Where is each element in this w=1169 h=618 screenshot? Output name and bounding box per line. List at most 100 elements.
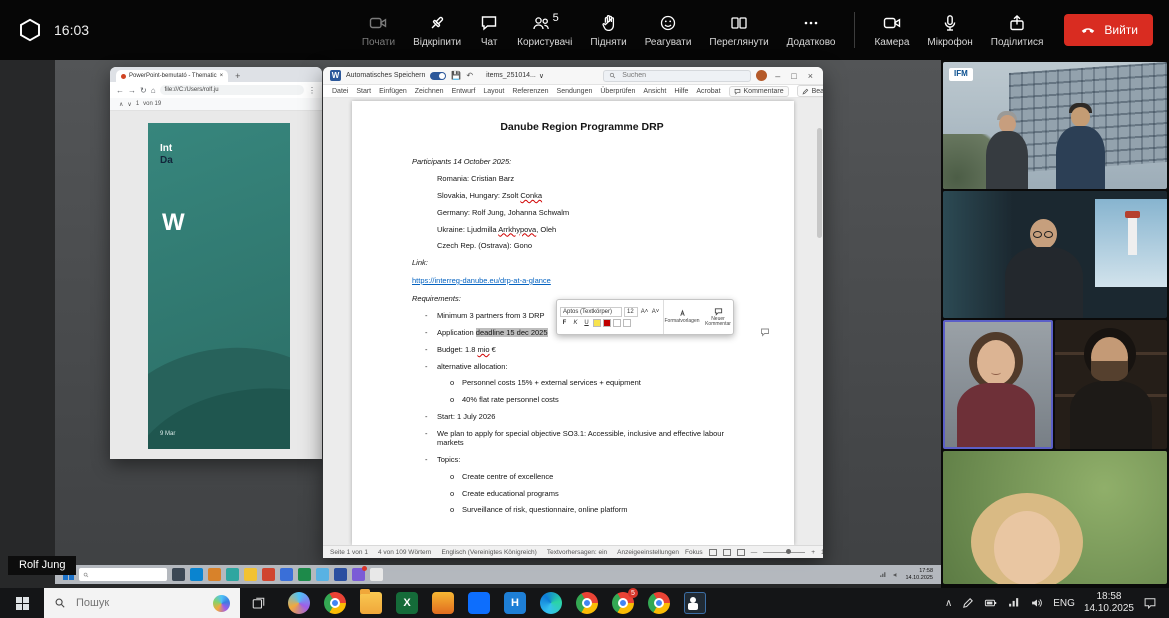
language-indicator[interactable]: ENG — [1053, 598, 1075, 609]
desktop-search-box[interactable] — [79, 568, 167, 581]
home-icon[interactable]: ⌂ — [151, 86, 156, 95]
menu-entwurf[interactable]: Entwurf — [452, 88, 476, 95]
volume-icon[interactable] — [892, 571, 900, 579]
font-color-button[interactable] — [603, 319, 611, 327]
folder-icon[interactable] — [244, 568, 257, 581]
account-avatar[interactable] — [756, 70, 767, 81]
underline-button[interactable]: U — [582, 319, 591, 328]
game-app-icon[interactable] — [432, 592, 454, 614]
print-layout-icon[interactable] — [723, 549, 731, 556]
calculator-icon[interactable] — [468, 592, 490, 614]
zoom-in-button[interactable]: + — [811, 549, 815, 556]
menu-ansicht[interactable]: Ansicht — [643, 88, 666, 95]
tray-expand-icon[interactable]: ∧ — [945, 598, 952, 609]
teams-app-icon[interactable] — [352, 568, 365, 581]
zoom-slider[interactable] — [763, 552, 805, 553]
chrome-icon[interactable] — [324, 592, 346, 614]
word-search-box[interactable] — [603, 70, 751, 82]
restore-button[interactable]: □ — [788, 71, 799, 81]
document-name[interactable]: items_251014... ∨ — [486, 72, 544, 80]
editing-mode-button[interactable]: Bearbeitung ∨ — [797, 85, 823, 97]
zoom-level[interactable]: 120% — [821, 549, 823, 556]
chrome-icon-4[interactable] — [648, 592, 670, 614]
new-comment-button[interactable]: Neuer Kommentar — [700, 300, 736, 334]
address-bar[interactable]: file:///C:/Users/rolf.ju — [160, 85, 304, 95]
app-icon[interactable] — [370, 568, 383, 581]
taskbar-search-input[interactable] — [74, 596, 184, 610]
menu-start[interactable]: Start — [356, 88, 371, 95]
video-tile-4[interactable] — [1055, 320, 1167, 449]
file-explorer-icon[interactable] — [360, 592, 382, 614]
unpin-button[interactable]: Відкріпити — [404, 13, 470, 48]
page-up-icon[interactable]: ∧ — [119, 101, 123, 108]
desktop-clock[interactable]: 17:58 14.10.2025 — [905, 568, 933, 581]
share-button[interactable]: Поділитися — [982, 13, 1053, 48]
menu-acrobat[interactable]: Acrobat — [696, 88, 720, 95]
react-button[interactable]: Реагувати — [636, 13, 701, 48]
weather-widget-icon[interactable] — [213, 595, 230, 612]
video-tile-1[interactable]: IFM — [943, 62, 1167, 189]
mail-app-icon[interactable] — [190, 568, 203, 581]
leave-button[interactable]: Вийти — [1064, 14, 1153, 46]
camera-button[interactable]: Камера — [865, 13, 918, 48]
app-icon[interactable] — [226, 568, 239, 581]
teams-icon[interactable] — [684, 592, 706, 614]
menu-ueberpruefen[interactable]: Überprüfen — [600, 88, 635, 95]
zoom-out-button[interactable]: — — [751, 549, 758, 556]
italic-button[interactable]: K — [571, 319, 580, 328]
chat-button[interactable]: Чат — [470, 13, 508, 48]
refresh-icon[interactable]: ↻ — [140, 86, 147, 95]
numbered-list-button[interactable] — [623, 319, 631, 327]
video-tile-2[interactable] — [943, 191, 1167, 318]
undo-icon[interactable]: ↶ — [466, 72, 473, 80]
photos-app-icon[interactable] — [208, 568, 221, 581]
edge-app-icon[interactable] — [316, 568, 329, 581]
volume-icon[interactable] — [1030, 596, 1044, 610]
start-button[interactable]: Почати — [353, 13, 404, 48]
edge-icon[interactable] — [540, 592, 562, 614]
menu-referenzen[interactable]: Referenzen — [512, 88, 548, 95]
web-layout-icon[interactable] — [737, 549, 745, 556]
menu-zeichnen[interactable]: Zeichnen — [415, 88, 444, 95]
chrome-icon-2[interactable] — [576, 592, 598, 614]
document-hyperlink[interactable]: https://interreg-danube.eu/drp-at-a-glan… — [412, 276, 551, 285]
view-button[interactable]: Переглянути — [700, 13, 777, 48]
taskbar-search-box[interactable] — [44, 588, 240, 618]
chrome-icon-3[interactable]: 5 — [612, 592, 634, 614]
save-icon[interactable]: 💾 — [451, 72, 461, 80]
more-button[interactable]: Додатково — [778, 13, 845, 48]
menu-layout[interactable]: Layout — [483, 88, 504, 95]
status-predictions[interactable]: Textvorhersagen: ein — [547, 549, 607, 556]
browser-window[interactable]: PowerPoint-bemutató - Thematic × + ← → ↻… — [110, 67, 322, 459]
tab-close-icon[interactable]: × — [220, 73, 224, 79]
status-wordcount[interactable]: 4 von 109 Wörtern — [378, 549, 431, 556]
comment-marker-icon[interactable] — [760, 327, 770, 337]
autosave-toggle[interactable] — [430, 72, 446, 80]
page-down-icon[interactable]: ∨ — [127, 101, 131, 108]
menu-hilfe[interactable]: Hilfe — [674, 88, 688, 95]
network-icon[interactable] — [1007, 596, 1021, 610]
shrink-font-button[interactable]: A˅ — [651, 307, 660, 316]
battery-icon[interactable] — [984, 596, 998, 610]
raise-hand-button[interactable]: Підняти — [581, 13, 635, 48]
styles-button[interactable]: Formatvorlagen — [664, 300, 700, 334]
status-page[interactable]: Seite 1 von 1 — [330, 549, 368, 556]
app-h-icon[interactable]: H — [504, 592, 526, 614]
word-app-icon[interactable] — [280, 568, 293, 581]
pen-icon[interactable] — [961, 596, 975, 610]
task-view-icon[interactable] — [172, 568, 185, 581]
minimize-button[interactable]: – — [772, 71, 783, 81]
start-button[interactable] — [0, 588, 44, 618]
read-mode-icon[interactable] — [709, 549, 717, 556]
excel-app-icon[interactable] — [298, 568, 311, 581]
comments-button[interactable]: Kommentare — [729, 86, 789, 97]
excel-icon[interactable]: X — [396, 592, 418, 614]
status-language[interactable]: Englisch (Vereinigtes Königreich) — [441, 549, 536, 556]
video-tile-3-active-speaker[interactable] — [943, 320, 1053, 449]
bold-button[interactable]: F — [560, 319, 569, 328]
taskbar-clock[interactable]: 18:58 14.10.2025 — [1084, 591, 1134, 616]
menu-einfuegen[interactable]: Einfügen — [379, 88, 407, 95]
microphone-button[interactable]: Мікрофон — [918, 13, 981, 48]
word-window[interactable]: W Automatisches Speichern 💾 ↶ items_2510… — [323, 67, 823, 558]
new-tab-button[interactable]: + — [235, 70, 240, 82]
